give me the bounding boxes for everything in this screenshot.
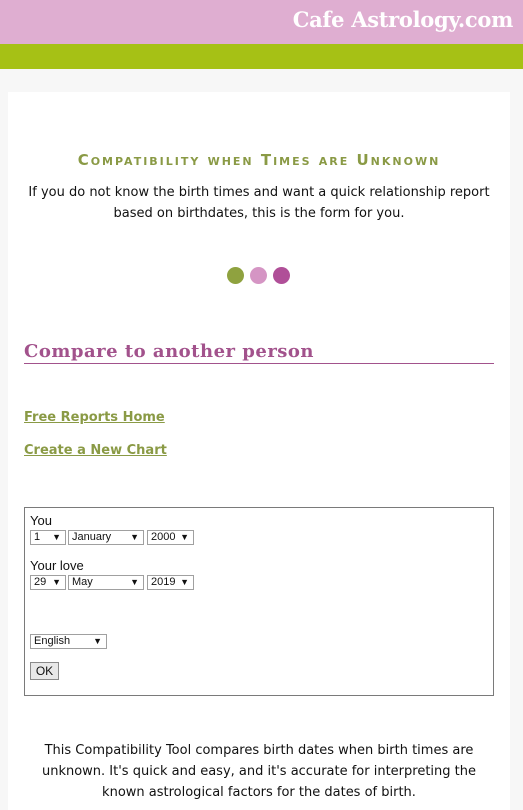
love-day-select[interactable]: 29 ▼ <box>30 575 66 590</box>
magenta-dot-icon <box>273 267 290 284</box>
love-year-select[interactable]: 2019 ▼ <box>147 575 194 590</box>
site-header: Cafe Astrology.com <box>0 0 523 44</box>
footer-description: This Compatibility Tool compares birth d… <box>41 743 477 800</box>
chevron-down-icon: ▼ <box>180 577 189 587</box>
page-title: Compatibility when Times are Unknown <box>77 151 441 169</box>
you-month-value: January <box>72 531 112 543</box>
you-day-value: 1 <box>34 531 41 543</box>
you-year-select[interactable]: 2000 ▼ <box>147 530 194 545</box>
chevron-down-icon: ▼ <box>130 577 139 587</box>
ok-button[interactable]: OK <box>30 662 59 680</box>
language-select[interactable]: English ▼ <box>30 634 107 649</box>
free-reports-home-link[interactable]: Free Reports Home <box>24 410 165 425</box>
you-year-value: 2000 <box>151 531 176 543</box>
love-month-value: May <box>72 576 93 588</box>
green-dot-icon <box>227 267 244 284</box>
language-value: English <box>34 635 71 647</box>
you-month-select[interactable]: January ▼ <box>68 530 144 545</box>
pink-dot-icon <box>250 267 267 284</box>
nav-bar <box>0 44 523 69</box>
chevron-down-icon: ▼ <box>93 636 102 646</box>
love-year-value: 2019 <box>151 576 176 588</box>
intro-text: If you do not know the birth times and w… <box>28 185 490 221</box>
section-title: Compare to another person <box>24 341 494 364</box>
chevron-down-icon: ▼ <box>130 532 139 542</box>
love-day-value: 29 <box>34 576 47 588</box>
chevron-down-icon: ▼ <box>52 577 61 587</box>
site-logo[interactable]: Cafe Astrology.com <box>293 7 514 32</box>
create-new-chart-link[interactable]: Create a New Chart <box>24 443 167 458</box>
you-day-select[interactable]: 1 ▼ <box>30 530 66 545</box>
compatibility-form: You 1 ▼ January ▼ 2000 ▼ Your love 29 ▼ … <box>24 507 494 696</box>
chevron-down-icon: ▼ <box>52 532 61 542</box>
decorative-dots <box>227 267 290 284</box>
your-love-label: Your love <box>30 558 84 573</box>
you-label: You <box>30 513 52 528</box>
love-month-select[interactable]: May ▼ <box>68 575 144 590</box>
chevron-down-icon: ▼ <box>180 532 189 542</box>
content-panel: Compatibility when Times are Unknown If … <box>8 92 510 810</box>
